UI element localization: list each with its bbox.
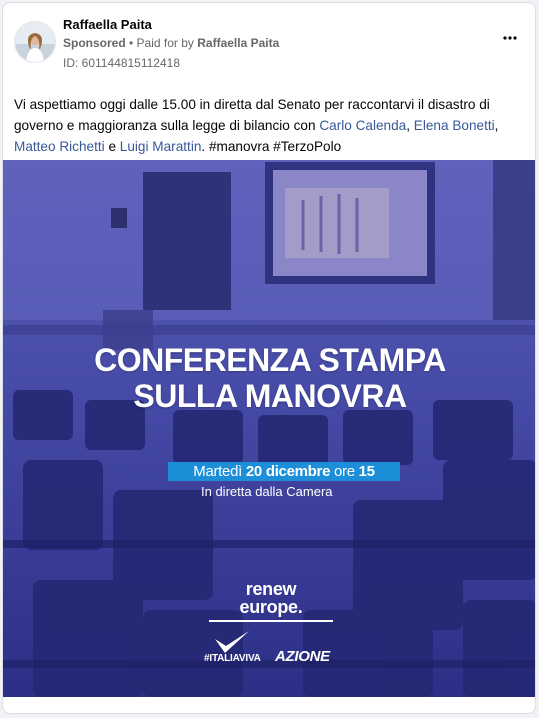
more-options-button[interactable] — [503, 29, 517, 40]
page-name[interactable]: Raffaella Paita — [63, 17, 152, 32]
date-value: 20 dicembre — [245, 463, 331, 480]
logo-divider — [209, 620, 333, 622]
paid-for-name: Raffaella Paita — [197, 36, 280, 50]
sponsored-line: Sponsored • Paid for by Raffaella Paita — [63, 36, 279, 50]
italia-viva-logo: #ITALIAVIVA — [204, 653, 261, 664]
date-ore: ore — [330, 463, 359, 480]
post-hashtags: . #manovra #TerzoPolo — [201, 139, 342, 154]
live-subline: In diretta dalla Camera — [201, 484, 333, 499]
renew-europe-logo-line2: europe. — [239, 597, 303, 617]
ad-creative-image[interactable]: CONFERENZA STAMPA SULLA MANOVRA Martedì … — [3, 160, 535, 697]
renew-europe-logo-line1: renew — [245, 579, 297, 599]
ad-id: ID: 601144815112418 — [63, 56, 180, 70]
sponsored-label: Sponsored — [63, 36, 126, 50]
mention-luigi-marattin[interactable]: Luigi Marattin — [120, 139, 202, 154]
date-day: Martedì — [193, 463, 246, 480]
post-text: Vi aspettiamo oggi dalle 15.00 in dirett… — [14, 94, 519, 157]
comma: , — [494, 118, 499, 133]
italia-viva-check-icon — [215, 631, 249, 653]
creative-headline-line1: CONFERENZA STAMPA — [94, 342, 446, 378]
separator-dot: • — [125, 36, 137, 50]
mention-matteo-richetti[interactable]: Matteo Richetti — [14, 139, 105, 154]
creative-headline-line2: SULLA MANOVRA — [133, 378, 407, 414]
comma: , — [406, 118, 414, 133]
sponsored-post-card: Raffaella Paita Sponsored • Paid for by … — [2, 2, 536, 714]
page-avatar[interactable] — [14, 21, 56, 63]
post-header: Raffaella Paita Sponsored • Paid for by … — [3, 3, 535, 83]
conjunction: e — [104, 139, 120, 154]
azione-logo: AZIONE — [275, 648, 330, 665]
date-hour: 15 — [358, 463, 375, 480]
mention-carlo-calenda[interactable]: Carlo Calenda — [319, 118, 406, 133]
mention-elena-bonetti[interactable]: Elena Bonetti — [414, 118, 495, 133]
date-banner: Martedì 20 dicembre ore 15 — [168, 462, 400, 481]
more-horizontal-icon — [503, 36, 517, 40]
paid-for-prefix: Paid for by — [136, 36, 198, 50]
avatar-image — [15, 22, 55, 62]
